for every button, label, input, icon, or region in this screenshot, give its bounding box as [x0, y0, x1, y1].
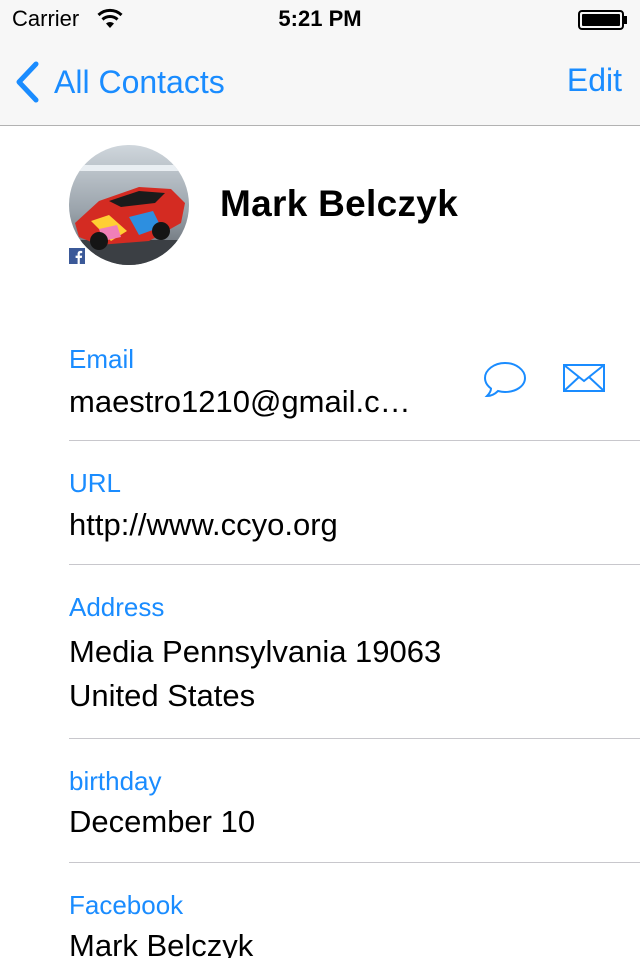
- email-label: Email: [69, 344, 135, 374]
- chevron-left-icon: [16, 61, 39, 103]
- url-value[interactable]: http://www.ccyo.org: [69, 503, 338, 546]
- contact-name: Mark Belczyk: [220, 183, 459, 224]
- status-time: 5:21 PM: [278, 6, 362, 31]
- avatar-car-image: [69, 145, 189, 265]
- birthday-label: birthday: [69, 766, 162, 796]
- facebook-label: Facebook: [69, 890, 184, 920]
- address-label: Address: [69, 592, 165, 622]
- address-line-2[interactable]: United States: [69, 674, 255, 717]
- back-button[interactable]: All Contacts: [14, 60, 225, 104]
- separator: [69, 564, 640, 565]
- mail-envelope-icon[interactable]: [563, 364, 605, 392]
- birthday-value: December 10: [69, 804, 256, 839]
- battery-icon: [578, 10, 627, 30]
- facebook-badge-icon: [69, 248, 85, 264]
- address-line-1[interactable]: Media Pennsylvania 19063: [69, 630, 441, 673]
- navigation-bar: All Contacts Edit: [0, 40, 640, 126]
- email-value[interactable]: maestro1210@gmail.c…: [69, 380, 411, 423]
- back-button-label: All Contacts: [54, 63, 225, 100]
- avatar[interactable]: [69, 145, 189, 265]
- facebook-value[interactable]: Mark Belczyk: [69, 924, 253, 958]
- message-bubble-icon[interactable]: [482, 360, 528, 400]
- separator: [69, 862, 640, 863]
- separator: [69, 738, 640, 739]
- edit-button[interactable]: Edit: [567, 62, 622, 99]
- url-label: URL: [69, 468, 122, 498]
- status-bar: Carrier 5:21 PM: [0, 0, 640, 40]
- separator: [69, 440, 640, 441]
